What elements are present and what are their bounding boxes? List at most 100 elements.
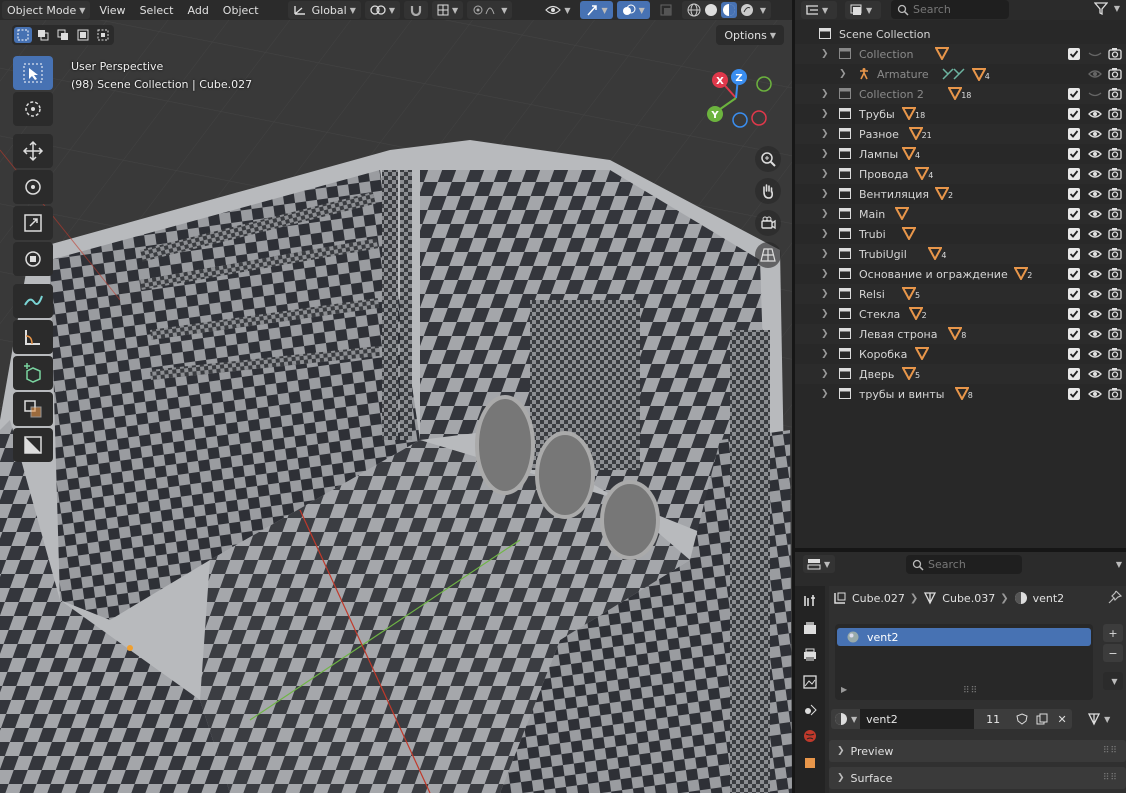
expand-chevron-icon[interactable]: ❯ bbox=[821, 349, 831, 359]
properties-editor-type-selector[interactable]: ▼ bbox=[803, 555, 835, 573]
fake-user-button[interactable] bbox=[1012, 709, 1033, 729]
xray-toggle[interactable] bbox=[654, 1, 678, 19]
link-type-dropdown[interactable]: ▼ bbox=[1084, 710, 1113, 728]
camera-icon[interactable] bbox=[1108, 47, 1122, 61]
eye-icon[interactable] bbox=[1088, 228, 1102, 240]
exclude-checkbox[interactable] bbox=[1068, 268, 1080, 280]
expand-chevron-icon[interactable]: ❯ bbox=[821, 329, 831, 339]
expand-chevron-icon[interactable]: ❯ bbox=[839, 69, 849, 79]
outliner-row[interactable]: ❯ Relsi 5 bbox=[795, 284, 1126, 304]
scene-collection-row[interactable]: Scene Collection bbox=[795, 24, 1126, 44]
material-name-field[interactable]: vent2 bbox=[860, 709, 975, 729]
expand-chevron-icon[interactable]: ❯ bbox=[821, 109, 831, 119]
camera-icon[interactable] bbox=[1108, 367, 1122, 381]
mesh-count-badge[interactable] bbox=[935, 47, 949, 60]
eye-icon[interactable] bbox=[1088, 388, 1102, 400]
outliner-row[interactable]: ❯ Основание и ограждение 2 bbox=[795, 264, 1126, 284]
exclude-checkbox[interactable] bbox=[1068, 208, 1080, 220]
expand-chevron-icon[interactable]: ❯ bbox=[821, 89, 831, 99]
select-subtract-icon[interactable] bbox=[54, 27, 72, 43]
camera-icon[interactable] bbox=[1108, 387, 1122, 401]
expand-chevron-icon[interactable]: ❯ bbox=[821, 269, 831, 279]
exclude-checkbox[interactable] bbox=[1068, 128, 1080, 140]
expand-chevron-icon[interactable]: ❯ bbox=[821, 169, 831, 179]
outliner-row[interactable]: ❯ Collection 2 18 bbox=[795, 84, 1126, 104]
camera-icon[interactable] bbox=[1108, 67, 1122, 81]
duplicate-tool[interactable] bbox=[13, 392, 53, 426]
outliner-row[interactable]: ❯ Левая строна 8 bbox=[795, 324, 1126, 344]
outliner-row[interactable]: ❯ TrubiUgil 4 bbox=[795, 244, 1126, 264]
navigation-gizmo[interactable]: X Z Y bbox=[704, 64, 780, 130]
remove-slot-button[interactable]: − bbox=[1103, 644, 1123, 662]
drag-handle-icon[interactable]: ⠿⠿ bbox=[1103, 746, 1118, 756]
exclude-checkbox[interactable] bbox=[1068, 388, 1080, 400]
cursor-tool[interactable] bbox=[13, 92, 53, 126]
expand-chevron-icon[interactable]: ❯ bbox=[821, 249, 831, 259]
outliner-row[interactable]: ❯ Провода 4 bbox=[795, 164, 1126, 184]
expand-chevron-icon[interactable]: ❯ bbox=[821, 369, 831, 379]
eye-icon[interactable] bbox=[1088, 268, 1102, 280]
eye-icon[interactable] bbox=[1088, 308, 1102, 320]
drag-handle-icon[interactable]: ⠿⠿ bbox=[1103, 773, 1118, 783]
mesh-count-badge[interactable]: 21 bbox=[908, 127, 932, 140]
eye-icon[interactable] bbox=[1088, 368, 1102, 380]
camera-icon[interactable] bbox=[1108, 327, 1122, 341]
overlay-toggle[interactable]: ▼ bbox=[616, 1, 650, 19]
scale-tool[interactable] bbox=[13, 206, 53, 240]
outliner-search-field[interactable]: Search bbox=[891, 0, 1009, 19]
exclude-checkbox[interactable] bbox=[1068, 88, 1080, 100]
area-divider-vertical[interactable] bbox=[792, 0, 795, 793]
camera-icon[interactable] bbox=[1108, 87, 1122, 101]
camera-icon[interactable] bbox=[1108, 307, 1122, 321]
surface-panel-header[interactable]: ❯ Surface ⠿⠿ bbox=[829, 767, 1126, 789]
expand-chevron-icon[interactable]: ❯ bbox=[821, 49, 831, 59]
shading-modes[interactable]: ▼ bbox=[681, 1, 771, 19]
outliner-row[interactable]: ❯ Main bbox=[795, 204, 1126, 224]
select-new-icon[interactable] bbox=[14, 27, 32, 43]
exclude-checkbox[interactable] bbox=[1068, 248, 1080, 260]
outliner-row[interactable]: ❯ Armature 4 bbox=[795, 64, 1126, 84]
x-axis-label[interactable]: X bbox=[716, 76, 724, 87]
properties-search-field[interactable]: Search bbox=[906, 555, 1022, 574]
mesh-count-badge[interactable] bbox=[895, 207, 910, 220]
camera-view-button[interactable] bbox=[755, 210, 781, 236]
exclude-checkbox[interactable] bbox=[1068, 168, 1080, 180]
display-mode-selector[interactable]: ▼ bbox=[845, 1, 881, 19]
camera-icon[interactable] bbox=[1108, 227, 1122, 241]
exclude-checkbox[interactable] bbox=[1068, 228, 1080, 240]
unlink-material-button[interactable]: ✕ bbox=[1052, 709, 1073, 729]
eye-icon[interactable] bbox=[1088, 328, 1102, 340]
mesh-count-badge[interactable]: 18 bbox=[948, 87, 971, 100]
zoom-button[interactable] bbox=[755, 146, 781, 172]
outliner-row[interactable]: ❯ Collection bbox=[795, 44, 1126, 64]
exclude-checkbox[interactable] bbox=[1068, 328, 1080, 340]
z-axis-label[interactable]: Z bbox=[735, 73, 742, 84]
transform-tool[interactable] bbox=[13, 242, 53, 276]
outliner-row[interactable]: ❯ Коробка bbox=[795, 344, 1126, 364]
mesh-count-badge[interactable]: 2 bbox=[935, 187, 953, 200]
outliner-row[interactable]: ❯ трубы и винты 8 bbox=[795, 384, 1126, 404]
hidden-eye-icon[interactable] bbox=[1088, 88, 1102, 100]
expand-chevron-icon[interactable]: ❯ bbox=[821, 129, 831, 139]
mesh-count-badge[interactable]: 5 bbox=[902, 287, 920, 300]
eye-icon[interactable] bbox=[1088, 208, 1102, 220]
outliner-row[interactable]: ❯ Лампы 4 bbox=[795, 144, 1126, 164]
outliner-row[interactable]: ❯ Разное 21 bbox=[795, 124, 1126, 144]
exclude-checkbox[interactable] bbox=[1068, 308, 1080, 320]
measure-tool[interactable] bbox=[13, 320, 53, 354]
camera-icon[interactable] bbox=[1108, 347, 1122, 361]
eye-icon[interactable] bbox=[1088, 248, 1102, 260]
mesh-count-badge[interactable]: 4 bbox=[902, 147, 920, 160]
scene-tab[interactable] bbox=[801, 700, 819, 718]
select-box-tool[interactable] bbox=[13, 56, 53, 90]
camera-icon[interactable] bbox=[1108, 167, 1122, 181]
annotate-tool[interactable] bbox=[13, 284, 53, 318]
expand-chevron-icon[interactable]: ❯ bbox=[821, 209, 831, 219]
select-invert-icon[interactable] bbox=[74, 27, 92, 43]
options-button[interactable]: Options ▼ bbox=[716, 25, 784, 45]
menu-view[interactable]: View bbox=[94, 1, 130, 19]
mesh-count-badge[interactable] bbox=[902, 227, 916, 240]
properties-options-dropdown[interactable]: ▼ bbox=[1113, 557, 1122, 570]
proportional-edit-toggle[interactable]: ▼ bbox=[467, 1, 513, 19]
slot-specials-dropdown[interactable]: ▼ bbox=[1103, 672, 1123, 690]
